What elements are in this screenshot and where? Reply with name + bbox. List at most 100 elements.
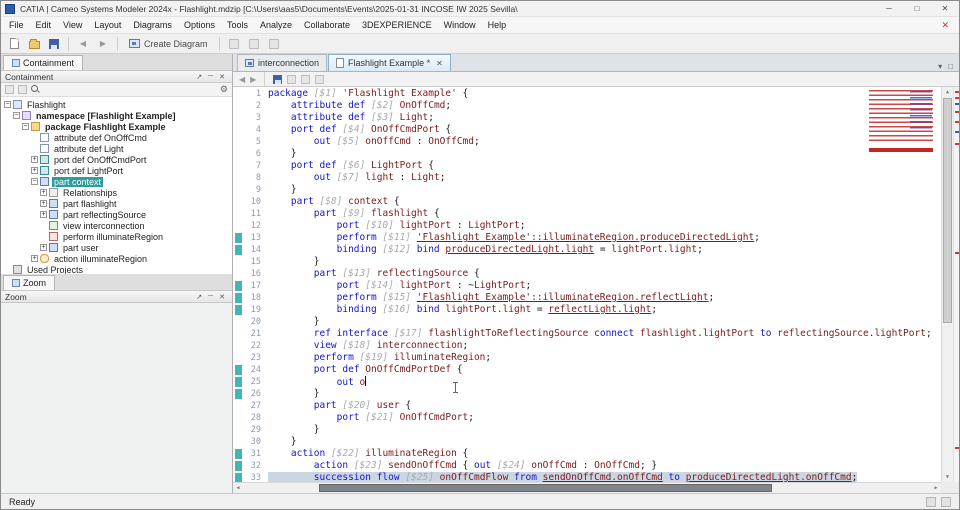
- memory-indicator-icon[interactable]: [926, 496, 936, 507]
- save-project-button[interactable]: [45, 36, 63, 52]
- tree-item[interactable]: − namespace [Flashlight Example]: [1, 110, 232, 121]
- code-line[interactable]: 17 port [$14] lightPort : ~LightPort;: [233, 280, 941, 292]
- scroll-up-icon[interactable]: ▲: [942, 87, 953, 97]
- code-line[interactable]: 12 port [$10] lightPort : LightPort;: [233, 220, 941, 232]
- tree-item[interactable]: attribute def Light: [1, 143, 232, 154]
- tree-item[interactable]: + part user: [1, 242, 232, 253]
- code-line[interactable]: 11 part [$9] flashlight {: [233, 208, 941, 220]
- expand-icon[interactable]: +: [31, 167, 38, 174]
- code-line[interactable]: 4 port def [$4] OnOffCmdPort {: [233, 124, 941, 136]
- navigate-back-button[interactable]: ◀: [74, 36, 92, 52]
- code-line[interactable]: 27 part [$20] user {: [233, 400, 941, 412]
- collapse-icon[interactable]: −: [22, 123, 29, 130]
- code-line[interactable]: 13 perform [$11] 'Flashlight Example'::i…: [233, 232, 941, 244]
- editor-tool-icon[interactable]: [301, 74, 311, 84]
- expand-icon[interactable]: +: [40, 200, 47, 207]
- collapse-all-icon[interactable]: [5, 85, 14, 94]
- create-diagram-button[interactable]: Create Diagram: [123, 38, 214, 50]
- toolbar-extra-button[interactable]: [225, 36, 243, 52]
- gear-icon[interactable]: ⚙: [220, 85, 228, 94]
- code-line[interactable]: 10 part [$8] context {: [233, 196, 941, 208]
- menu-options[interactable]: Options: [178, 18, 221, 32]
- tree-item[interactable]: attribute def OnOffCmd: [1, 132, 232, 143]
- code-line[interactable]: 5 out [$5] onOffCmd : OnOffCmd;: [233, 136, 941, 148]
- expand-icon[interactable]: +: [40, 189, 47, 196]
- menu-diagrams[interactable]: Diagrams: [127, 18, 178, 32]
- menu-view[interactable]: View: [57, 18, 88, 32]
- navigate-forward-button[interactable]: ▶: [94, 36, 112, 52]
- open-project-button[interactable]: [25, 36, 43, 52]
- editor-tab-flashlight-example-[interactable]: Flashlight Example * ✕: [328, 54, 451, 71]
- editor-tool-icon[interactable]: [287, 74, 297, 84]
- code-line[interactable]: 32 action [$23] sendOnOffCmd { out [$24]…: [233, 460, 941, 472]
- menu-help[interactable]: Help: [482, 18, 513, 32]
- scroll-down-icon[interactable]: ▼: [942, 472, 953, 482]
- code-line[interactable]: 18 perform [$15] 'Flashlight Example'::i…: [233, 292, 941, 304]
- code-line[interactable]: 19 binding [$16] bind lightPort.light = …: [233, 304, 941, 316]
- expand-all-icon[interactable]: [18, 85, 27, 94]
- collapse-icon[interactable]: −: [13, 112, 20, 119]
- new-project-button[interactable]: [5, 36, 23, 52]
- close-tab-icon[interactable]: ✕: [436, 59, 443, 68]
- panel-close-icon[interactable]: ✕: [216, 73, 228, 81]
- menu-file[interactable]: File: [3, 18, 30, 32]
- menu-analyze[interactable]: Analyze: [254, 18, 298, 32]
- close-button[interactable]: ✕: [931, 1, 959, 16]
- vertical-scrollbar[interactable]: ▲ ▼: [941, 87, 953, 482]
- back-icon[interactable]: ◀: [239, 75, 245, 84]
- editor-tool-icon[interactable]: [315, 74, 325, 84]
- code-line[interactable]: 6 }: [233, 148, 941, 160]
- tree-item[interactable]: perform illuminateRegion: [1, 231, 232, 242]
- code-line[interactable]: 29 }: [233, 424, 941, 436]
- panel-minimize-icon[interactable]: ─: [205, 73, 216, 80]
- panel-minimize-icon[interactable]: ─: [205, 293, 216, 300]
- tree-item[interactable]: + part reflectingSource: [1, 209, 232, 220]
- maximize-editor-icon[interactable]: □: [948, 62, 953, 71]
- code-line[interactable]: 7 port def [$6] LightPort {: [233, 160, 941, 172]
- code-line[interactable]: 23 perform [$19] illuminateRegion;: [233, 352, 941, 364]
- tab-zoom[interactable]: Zoom: [3, 275, 56, 290]
- code-line[interactable]: 24 port def OnOffCmdPortDef {: [233, 364, 941, 376]
- toolbar-extra-button[interactable]: [265, 36, 283, 52]
- tree-item[interactable]: − part context: [1, 176, 232, 187]
- search-icon[interactable]: [31, 85, 40, 94]
- tree-item[interactable]: − package Flashlight Example: [1, 121, 232, 132]
- code-line[interactable]: 8 out [$7] light : Light;: [233, 172, 941, 184]
- code-line[interactable]: 16 part [$13] reflectingSource {: [233, 268, 941, 280]
- code-line[interactable]: 20 }: [233, 316, 941, 328]
- tree-item[interactable]: view interconnection: [1, 220, 232, 231]
- code-line[interactable]: 15 }: [233, 256, 941, 268]
- toolbar-close-icon[interactable]: ✕: [933, 20, 957, 31]
- collapse-icon[interactable]: −: [4, 101, 11, 108]
- code-line[interactable]: 2 attribute def [$2] OnOffCmd;: [233, 100, 941, 112]
- code-line[interactable]: 22 view [$18] interconnection;: [233, 340, 941, 352]
- collapse-icon[interactable]: −: [31, 178, 38, 185]
- code-line[interactable]: 14 binding [$12] bind produceDirectedLig…: [233, 244, 941, 256]
- menu-window[interactable]: Window: [438, 18, 482, 32]
- horizontal-scroll-thumb[interactable]: [319, 484, 773, 492]
- menu-layout[interactable]: Layout: [88, 18, 127, 32]
- editor-tab-interconnection[interactable]: interconnection: [237, 54, 328, 71]
- save-editor-icon[interactable]: [273, 74, 283, 84]
- tab-containment[interactable]: Containment: [3, 55, 84, 70]
- code-line[interactable]: 1 package [$1] 'Flashlight Example' {: [233, 88, 941, 100]
- expand-icon[interactable]: +: [31, 255, 38, 262]
- expand-icon[interactable]: +: [40, 211, 47, 218]
- tab-list-icon[interactable]: ▾: [938, 62, 942, 71]
- menu-3dexperience[interactable]: 3DEXPERIENCE: [356, 18, 438, 32]
- menu-tools[interactable]: Tools: [221, 18, 254, 32]
- tree-item[interactable]: + port def OnOffCmdPort: [1, 154, 232, 165]
- vertical-scroll-thumb[interactable]: [943, 98, 952, 324]
- forward-icon[interactable]: ▶: [250, 75, 256, 84]
- panel-float-icon[interactable]: ↗: [193, 73, 205, 81]
- tree-item[interactable]: + Relationships: [1, 187, 232, 198]
- code-line[interactable]: 9 }: [233, 184, 941, 196]
- code-editor[interactable]: 1 package [$1] 'Flashlight Example' {2 at…: [233, 87, 959, 493]
- scroll-left-icon[interactable]: ◀: [233, 483, 243, 493]
- panel-close-icon[interactable]: ✕: [216, 293, 228, 301]
- panel-float-icon[interactable]: ↗: [193, 293, 205, 301]
- tree-item[interactable]: + port def LightPort: [1, 165, 232, 176]
- maximize-button[interactable]: □: [903, 1, 931, 16]
- menu-collaborate[interactable]: Collaborate: [298, 18, 356, 32]
- code-line[interactable]: 33 succession flow [$25] onOffCmdFlow fr…: [233, 472, 941, 482]
